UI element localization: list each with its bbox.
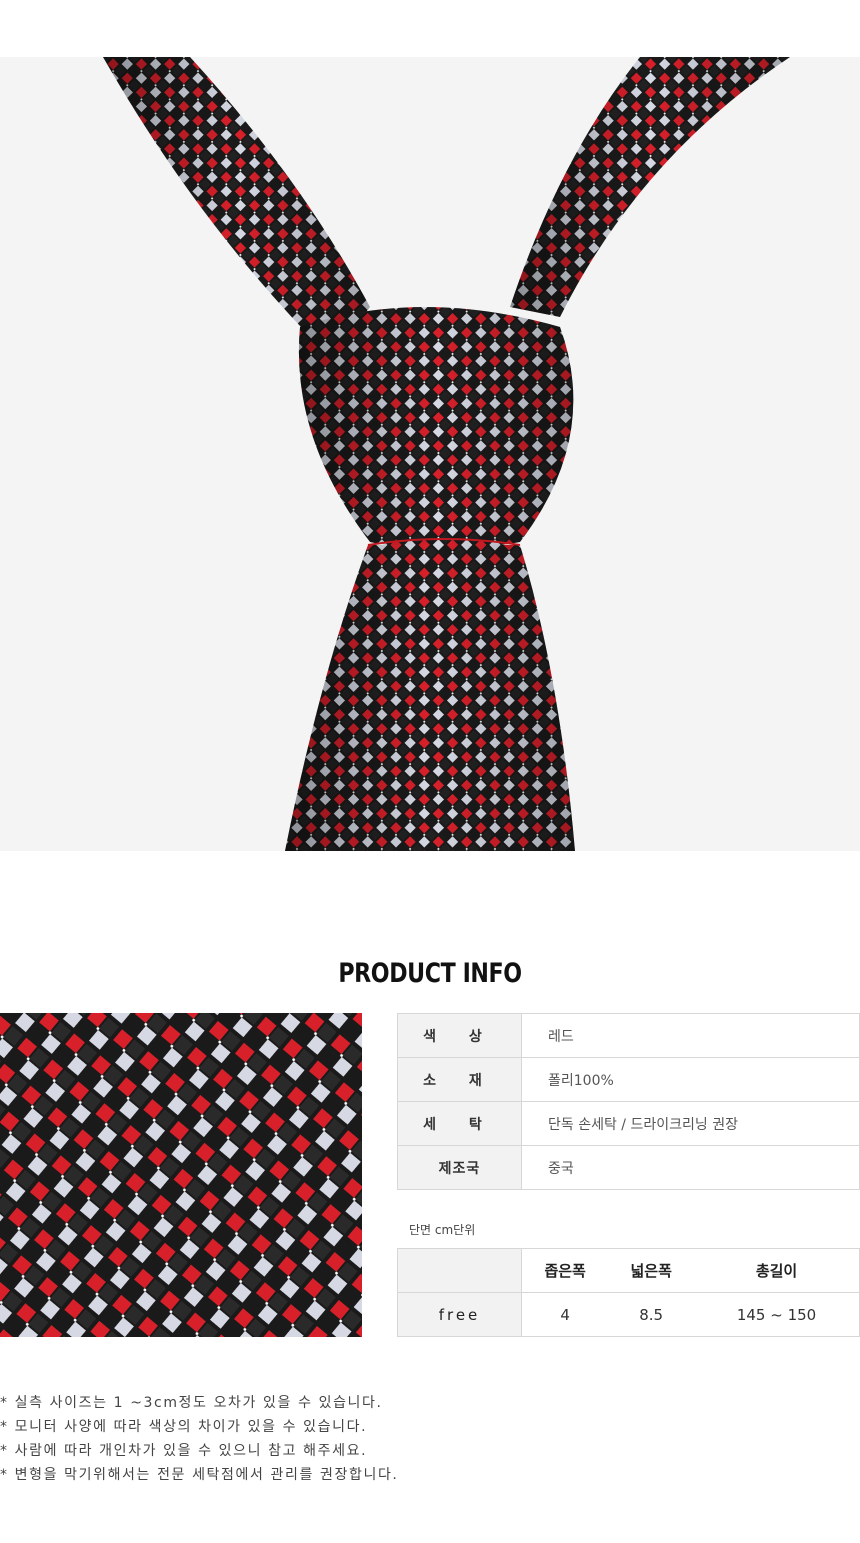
product-spec-table: 색 상 레드 소 재 폴리100% 세 탁 단독 손세탁 / 드라이크리닝 권장… [397,1013,860,1190]
product-info-title: PRODUCT INFO [338,958,522,989]
product-main-image [0,57,860,851]
size-header-row: 좁은폭 넓은폭 총길이 [397,1248,860,1293]
spec-value: 단독 손세탁 / 드라이크리닝 권장 [521,1101,860,1146]
spec-label: 제조국 [397,1145,522,1190]
spec-row-washing: 세 탁 단독 손세탁 / 드라이크리닝 권장 [397,1101,860,1146]
notice-item: * 변형을 막기위해서는 전문 세탁점에서 관리를 권장합니다. [0,1467,399,1483]
spec-label: 색 상 [397,1013,522,1058]
notice-item: * 모니터 사양에 따라 색상의 차이가 있을 수 있습니다. [0,1419,368,1435]
notice-item: * 실측 사이즈는 1 ~3cm정도 오차가 있을 수 있습니다. [0,1395,383,1411]
spec-row-origin: 제조국 중국 [397,1145,860,1190]
fabric-detail-image [0,1013,362,1337]
size-length-value: 145 ~ 150 [694,1292,860,1337]
spec-value: 폴리100% [521,1057,860,1102]
size-data-row: free 4 8.5 145 ~ 150 [397,1292,860,1337]
size-header-narrow: 좁은폭 [521,1248,609,1293]
size-header-wide: 넓은폭 [608,1248,695,1293]
size-wide-value: 8.5 [608,1292,695,1337]
size-header-length: 총길이 [694,1248,860,1293]
size-header-blank [397,1248,522,1293]
notice-item: * 사람에 따라 개인차가 있을 수 있으니 참고 해주세요. [0,1443,368,1459]
size-unit-note: 단면 cm단위 [409,1223,476,1237]
spec-label: 세 탁 [397,1101,522,1146]
size-table: 좁은폭 넓은폭 총길이 free 4 8.5 145 ~ 150 [397,1248,860,1337]
spec-value: 중국 [521,1145,860,1190]
size-narrow-value: 4 [521,1292,609,1337]
spec-row-color: 색 상 레드 [397,1013,860,1058]
spec-row-material: 소 재 폴리100% [397,1057,860,1102]
size-label: free [397,1292,522,1337]
spec-value: 레드 [521,1013,860,1058]
notice-list: * 실측 사이즈는 1 ~3cm정도 오차가 있을 수 있습니다. * 모니터 … [0,1391,398,1487]
spec-label: 소 재 [397,1057,522,1102]
